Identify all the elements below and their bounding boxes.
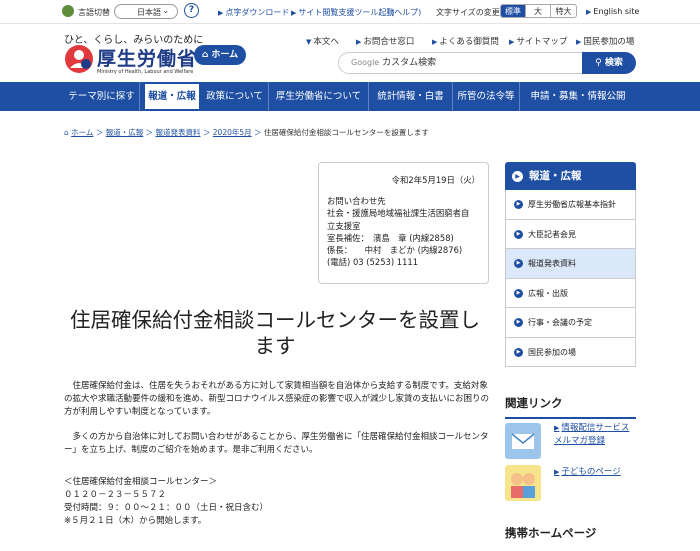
call-center-name: ＜住居確保給付金相談コールセンター＞ — [64, 477, 218, 487]
arrow-icon: ▶ — [514, 200, 523, 209]
contact-line: (電話) 03 (5253) 1111 — [327, 257, 419, 268]
kids-page-icon[interactable] — [505, 465, 541, 501]
sidebar-item-events[interactable]: ▶ 行事・会議の予定 — [505, 308, 636, 338]
nav-press[interactable]: 報道・広報 — [143, 82, 201, 111]
sidebar-menu: ▶ 報道・広報 ▶ 厚生労働省広報基本指針 ▶ 大臣記者会見 ▶ 報道発表資料 ▶ 広報・… — [505, 162, 636, 367]
breadcrumb-home[interactable]: ホーム — [71, 128, 93, 137]
arrow-icon: ▶ — [218, 9, 224, 17]
kids-page-link[interactable]: ▶ 子どものページ — [554, 466, 636, 479]
sidebar-item-press-releases[interactable]: ▶ 報道発表資料 — [505, 249, 636, 279]
text-size-label: 文字サイズの変更 — [436, 8, 500, 17]
breadcrumb-current: 住居確保給付金相談コールセンターを設置します — [263, 128, 429, 137]
arrow-icon: ▶ — [512, 171, 523, 182]
nav-laws[interactable]: 所管の法令等 — [453, 82, 520, 111]
arrow-icon: ▶ — [291, 9, 297, 17]
support-tool-link[interactable]: ▶ サイト閲覧支援ツール起動 — [291, 7, 394, 18]
text-size-xlarge-button[interactable]: 特大 — [551, 5, 576, 17]
sidebar-heading[interactable]: ▶ 報道・広報 — [505, 162, 636, 190]
sidebar-item-publications[interactable]: ▶ 広報・出版 — [505, 278, 636, 308]
site-logo-subtitle: Ministry of Health, Labour and Welfare — [97, 69, 194, 75]
arrow-icon: ▶ — [586, 8, 592, 16]
nav-about[interactable]: 厚生労働省について — [269, 82, 369, 111]
call-center-info: ＜住居確保給付金相談コールセンター＞ ０１２０－２３－５５７２ 受付時間：９：０… — [64, 476, 492, 528]
breadcrumb: ⌂ ホーム ＞ 報道・広報 ＞ 報道発表資料 ＞ 2020年5月 ＞ 住居確保給… — [64, 128, 429, 137]
chevron-down-icon: ⌄ — [162, 6, 169, 15]
contact-heading: お問い合わせ先 — [327, 196, 386, 207]
contact-link[interactable]: ▶ お問合せ窓口 — [356, 35, 414, 47]
breadcrumb-month[interactable]: 2020年5月 — [213, 128, 252, 137]
related-links-heading: 関連リンク — [505, 395, 636, 419]
arrow-icon: ▶ — [514, 229, 523, 239]
faq-link[interactable]: ▶ よくある御質問 — [432, 35, 499, 47]
help-icon[interactable]: ? — [184, 3, 199, 18]
utility-bar: 言語切替 日本語 ⌄ ? ▶ 点字ダウンロード ▶ サイト閲覧支援ツール起動 (ヘルプ… — [0, 0, 700, 24]
contact-line: 係長： 中村 まどか (内線2876) — [327, 245, 463, 256]
site-logo-title[interactable]: 厚生労働省 — [97, 44, 197, 71]
call-center-phone: ０１２０－２３－５５７２ — [64, 490, 167, 500]
global-nav: テーマ別に探す 報道・広報 政策について 厚生労働省について 統計情報・白書 所… — [0, 82, 700, 111]
nav-applications[interactable]: 申請・募集・情報公開 — [520, 82, 636, 111]
search-input[interactable]: Google カスタム検索 — [338, 52, 582, 74]
public-participation-link[interactable]: ▶ 国民参加の場 — [576, 35, 634, 47]
arrow-icon: ▶ — [514, 259, 523, 268]
sidebar-item-participation[interactable]: ▶ 国民参加の場 — [505, 337, 636, 367]
home-button[interactable]: ⌂ ホーム — [194, 45, 246, 65]
text-size-standard-button[interactable]: 標準 — [501, 5, 526, 17]
body-paragraph: 住居確保給付金は、住居を失うおそれがある方に対して家賃相当額を自治体から支給する… — [64, 381, 490, 417]
mail-magazine-icon[interactable] — [505, 423, 541, 459]
text-size-large-button[interactable]: 大 — [526, 5, 551, 17]
home-icon: ⌂ — [201, 50, 212, 60]
language-select[interactable]: 日本語 ⌄ — [114, 4, 178, 19]
site-header: ひと、くらし、みらいのために 厚生労働省 Ministry of Health,… — [0, 24, 700, 82]
arrow-icon: ▶ — [514, 347, 523, 357]
arrow-icon: ▶ — [554, 424, 560, 432]
breadcrumb-releases[interactable]: 報道発表資料 — [156, 128, 201, 137]
arrow-icon: ▶ — [514, 288, 523, 298]
page-title: 住居確保給付金相談コールセンターを設置し ます — [70, 308, 480, 358]
mail-magazine-link[interactable]: ▶ 情報配信サービスメルマガ登録 — [554, 422, 636, 448]
skip-to-content-link[interactable]: ▼ 本文へ — [306, 35, 339, 47]
release-date: 令和2年5月19日（火） — [391, 175, 480, 185]
text-size-switcher: 標準 大 特大 — [500, 4, 577, 18]
search-icon: ⚲ — [595, 58, 605, 68]
call-center-hours: 受付時間：９：００～２１：００（土日・祝日含む） — [64, 503, 269, 513]
breadcrumb-press[interactable]: 報道・広報 — [106, 128, 144, 137]
support-help-link[interactable]: (ヘルプ) — [391, 7, 421, 18]
globe-icon — [62, 5, 74, 17]
arrow-icon: ▶ — [554, 468, 560, 476]
english-site-link[interactable]: ▶ English site — [586, 7, 639, 16]
sitemap-link[interactable]: ▶ サイトマップ — [509, 35, 567, 47]
sidebar-item-pr-policy[interactable]: ▶ 厚生労働省広報基本指針 — [505, 190, 636, 220]
braille-download-link[interactable]: ▶ 点字ダウンロード — [218, 7, 289, 18]
call-center-start: ※５月２１日（木）から開始します。 — [64, 516, 207, 526]
nav-statistics[interactable]: 統計情報・白書 — [369, 82, 453, 111]
body-paragraph: 多くの方から自治体に対してお問い合わせがあることから、厚生労働省に「住居確保給付… — [64, 432, 489, 455]
search-button[interactable]: ⚲ 検索 — [582, 52, 636, 74]
sidebar-item-press-conference[interactable]: ▶ 大臣記者会見 — [505, 219, 636, 249]
nav-theme[interactable]: テーマ別に探す — [64, 82, 140, 111]
mhlw-logo-icon[interactable] — [64, 44, 94, 74]
mobile-site-heading: 携帯ホームページ — [505, 526, 597, 540]
contact-line: 社会・援護局地域福祉課生活困窮者自 — [327, 208, 470, 219]
contact-line: 立支援室 — [327, 220, 361, 231]
arrow-icon: ▶ — [514, 318, 523, 327]
language-label: 言語切替 — [78, 8, 110, 17]
contact-info-box: 令和2年5月19日（火） お問い合わせ先 社会・援護局地域福祉課生活困窮者自 立… — [318, 162, 489, 284]
contact-line: 室長補佐： 濱島 章 (内線2858) — [327, 232, 454, 243]
nav-policy[interactable]: 政策について — [201, 82, 269, 111]
